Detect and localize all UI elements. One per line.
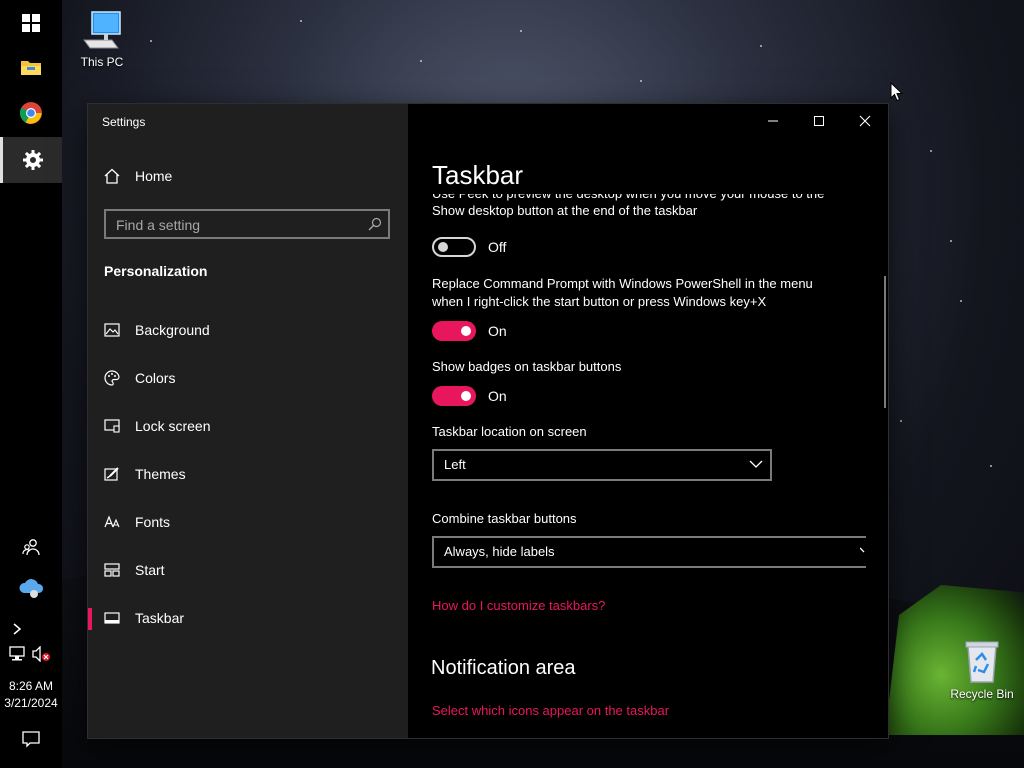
onedrive-button[interactable] <box>17 576 45 600</box>
powershell-description: Replace Command Prompt with Windows Powe… <box>432 275 862 311</box>
peek-line-1: Use Peek to preview the desktop when you… <box>432 194 872 202</box>
settings-window: Settings Home Find a setting Personaliza… <box>88 104 888 738</box>
page-title: Taskbar <box>432 160 524 190</box>
nav-item-taskbar[interactable]: Taskbar <box>88 598 408 638</box>
chrome-icon <box>20 102 42 124</box>
font-icon <box>104 514 120 530</box>
taskbar: 8:26 AM 3/21/2024 <box>0 0 62 768</box>
nav-item-label: Colors <box>135 370 176 386</box>
chevron-down-icon <box>859 544 868 563</box>
clock[interactable]: 8:26 AM 3/21/2024 <box>0 678 62 712</box>
image-icon <box>104 322 120 338</box>
action-center-button[interactable] <box>21 729 41 749</box>
nav-home[interactable]: Home <box>104 168 172 184</box>
location-label: Taskbar location on screen <box>432 424 587 439</box>
nav-item-themes[interactable]: Themes <box>88 454 408 494</box>
select-icons-link[interactable]: Select which icons appear on the taskbar <box>432 703 669 718</box>
computer-icon <box>83 11 121 49</box>
home-icon <box>104 168 120 184</box>
network-button[interactable] <box>7 645 27 663</box>
volume-muted-icon <box>32 646 50 662</box>
peek-toggle[interactable] <box>432 237 476 257</box>
window-title: Settings <box>102 115 146 129</box>
dropdown-value: Left <box>444 457 466 472</box>
start-icon <box>104 562 120 578</box>
show-hidden-icons-button[interactable] <box>9 620 25 638</box>
recycle-bin-icon <box>965 641 999 683</box>
nav-item-label: Start <box>135 562 165 578</box>
badges-toggle-state: On <box>488 388 507 404</box>
peek-toggle-state: Off <box>488 239 507 255</box>
taskbar-file-explorer[interactable] <box>0 44 62 90</box>
close-icon <box>859 115 871 127</box>
maximize-icon <box>814 116 824 126</box>
chevron-right-icon <box>13 623 22 635</box>
clock-time: 8:26 AM <box>8 679 54 693</box>
start-button[interactable] <box>0 0 62 46</box>
taskbar-chrome[interactable] <box>0 90 62 136</box>
powershell-toggle[interactable] <box>432 321 476 341</box>
nav-item-label: Themes <box>135 466 186 482</box>
gear-icon <box>22 150 43 170</box>
customize-taskbars-link[interactable]: How do I customize taskbars? <box>432 598 605 613</box>
volume-button[interactable] <box>30 645 52 663</box>
desktop-icon-this-pc[interactable]: This PC <box>62 10 142 69</box>
nav-section-title: Personalization <box>104 263 208 279</box>
settings-content-pane: Taskbar Use Peek to preview the desktop … <box>408 104 888 738</box>
combine-buttons-dropdown[interactable]: Always, hide labels <box>432 536 866 568</box>
powershell-line-1: Replace Command Prompt with Windows Powe… <box>432 276 813 291</box>
cloud-icon <box>19 579 44 598</box>
nav-item-background[interactable]: Background <box>88 310 408 350</box>
desktop-icon-label: Recycle Bin <box>950 687 1014 701</box>
maximize-button[interactable] <box>796 104 842 138</box>
folder-icon <box>21 61 41 75</box>
combine-label: Combine taskbar buttons <box>432 511 577 526</box>
nav-item-label: Taskbar <box>135 610 185 626</box>
nav-item-label: Lock screen <box>135 418 211 434</box>
minimize-icon <box>768 120 778 122</box>
peek-line-2: Show desktop button at the end of the ta… <box>432 203 698 218</box>
search-placeholder: Find a setting <box>116 217 201 233</box>
powershell-toggle-state: On <box>488 323 507 339</box>
close-button[interactable] <box>842 104 888 138</box>
people-button[interactable] <box>20 536 42 558</box>
powershell-line-2: when I right-click the start button or p… <box>432 294 767 309</box>
minimize-button[interactable] <box>750 104 796 138</box>
desktop-icon-label: This PC <box>80 55 124 69</box>
nav-item-colors[interactable]: Colors <box>88 358 408 398</box>
nav-item-label: Fonts <box>135 514 171 530</box>
taskbar-location-dropdown[interactable]: Left <box>432 449 772 481</box>
taskbar-settings[interactable] <box>0 137 62 183</box>
nav-item-start[interactable]: Start <box>88 550 408 590</box>
desktop-icon-recycle-bin[interactable]: Recycle Bin <box>942 640 1022 701</box>
badges-label: Show badges on taskbar buttons <box>432 359 622 374</box>
taskbar-icon <box>104 610 120 626</box>
badges-toggle[interactable] <box>432 386 476 406</box>
brush-icon <box>104 466 120 482</box>
search-icon <box>368 217 382 236</box>
nav-item-fonts[interactable]: Fonts <box>88 502 408 542</box>
peek-description: Use Peek to preview the desktop when you… <box>432 194 872 220</box>
nav-item-label: Background <box>135 322 210 338</box>
notification-icon <box>22 731 40 748</box>
network-icon <box>9 646 25 661</box>
notification-area-title: Notification area <box>431 657 576 679</box>
clock-date: 3/21/2024 <box>4 696 58 710</box>
nav-item-lock-screen[interactable]: Lock screen <box>88 406 408 446</box>
palette-icon <box>104 370 120 386</box>
scrollbar[interactable] <box>884 276 886 408</box>
dropdown-value: Always, hide labels <box>444 544 555 559</box>
mouse-cursor-icon <box>890 82 904 102</box>
search-input[interactable]: Find a setting <box>104 209 390 239</box>
windows-icon <box>22 14 40 32</box>
nav-home-label: Home <box>135 168 173 184</box>
people-icon <box>22 539 40 556</box>
settings-nav-pane: Settings Home Find a setting Personaliza… <box>88 104 408 738</box>
lock-screen-icon <box>104 418 120 434</box>
chevron-down-icon <box>748 457 764 476</box>
